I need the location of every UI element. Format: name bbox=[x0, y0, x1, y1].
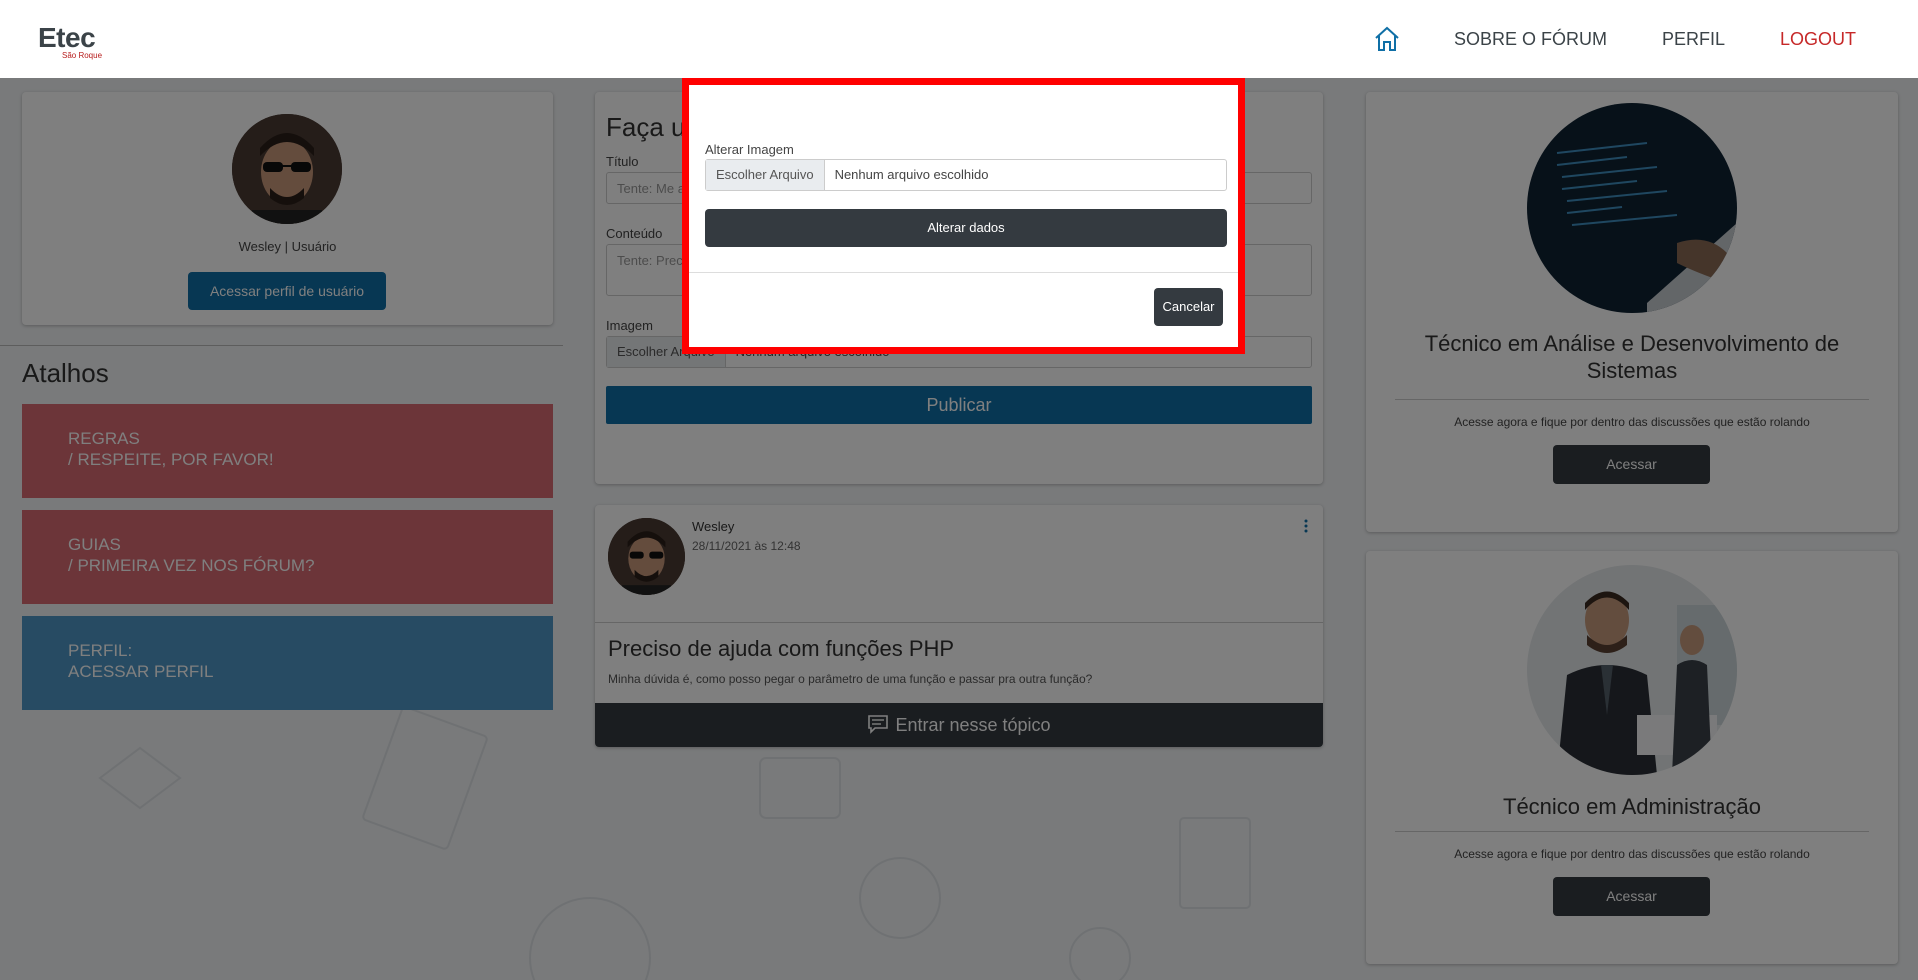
cancel-button[interactable]: Cancelar bbox=[1154, 288, 1223, 326]
logo-text: Etec bbox=[38, 22, 96, 53]
nav-logout[interactable]: LOGOUT bbox=[1780, 24, 1856, 54]
modal-file-input[interactable]: Escolher Arquivo Nenhum arquivo escolhid… bbox=[705, 159, 1227, 191]
main-nav: SOBRE O FÓRUM PERFIL LOGOUT bbox=[1372, 24, 1856, 54]
nav-sobre-forum[interactable]: SOBRE O FÓRUM bbox=[1454, 24, 1607, 54]
modal-file-status: Nenhum arquivo escolhido bbox=[834, 167, 989, 182]
modal-divider bbox=[689, 272, 1238, 273]
change-data-button[interactable]: Alterar dados bbox=[705, 209, 1227, 247]
change-image-modal: Alterar Imagem Escolher Arquivo Nenhum a… bbox=[682, 78, 1245, 354]
logo[interactable]: Etec São Roque bbox=[38, 22, 102, 61]
nav-perfil[interactable]: PERFIL bbox=[1662, 24, 1725, 54]
modal-choose-file-button[interactable]: Escolher Arquivo bbox=[706, 160, 825, 190]
top-navbar: Etec São Roque SOBRE O FÓRUM PERFIL LOGO… bbox=[0, 0, 1918, 78]
logo-subtext: São Roque bbox=[62, 51, 103, 60]
home-icon[interactable] bbox=[1372, 24, 1402, 54]
change-image-label: Alterar Imagem bbox=[705, 142, 794, 157]
